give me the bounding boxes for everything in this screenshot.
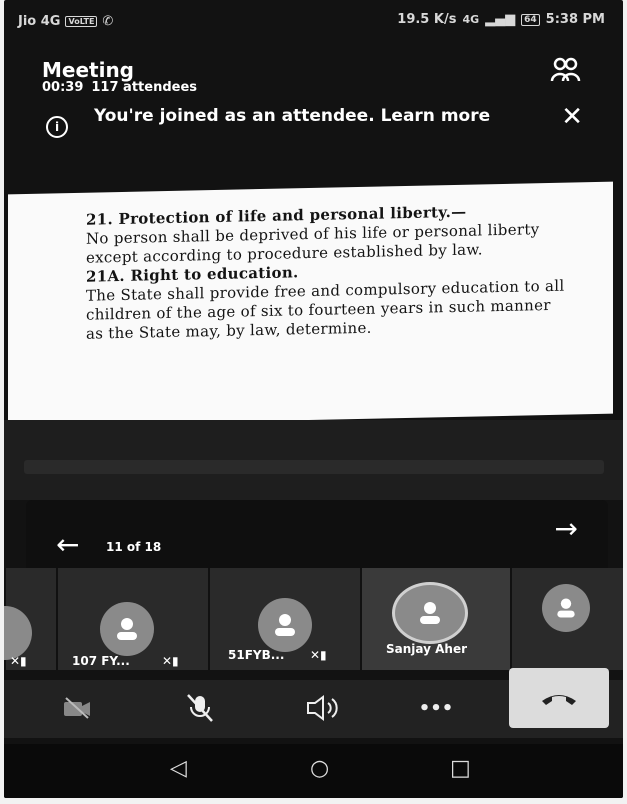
carrier-label: Jio 4G <box>18 14 61 29</box>
attendee-banner: i You're joined as an attendee. Learn mo… <box>4 98 623 142</box>
meeting-subtitle: 00:39 117 attendees <box>42 80 197 95</box>
participant-tile-active[interactable]: Sanjay Aher <box>360 568 510 670</box>
battery-icon: 64 <box>521 13 540 26</box>
clock: 5:38 PM <box>545 12 605 27</box>
article-21a-body: The State shall provide free and compuls… <box>86 276 565 343</box>
signal-icon: 4G <box>462 13 480 26</box>
banner-text[interactable]: You're joined as an attendee. Learn more <box>94 106 490 126</box>
page-indicator: 11 of 18 <box>106 540 162 554</box>
meeting-title: Meeting <box>42 58 135 82</box>
call-icon: ✆ <box>102 14 114 29</box>
network-speed: 19.5 K/s <box>397 12 457 27</box>
participants-icon[interactable] <box>549 54 581 86</box>
next-page-button[interactable]: → <box>555 512 578 545</box>
mic-off-button[interactable] <box>180 690 220 726</box>
shared-screen: 21. Protection of life and personal libe… <box>8 181 613 427</box>
mic-muted-icon: ✕▮ <box>10 654 27 668</box>
status-bar: Jio 4G VoLTE ✆ 19.5 K/s 4G ▂▄▆ 64 5:38 P… <box>4 0 623 36</box>
avatar <box>392 582 468 644</box>
mic-muted-icon: ✕▮ <box>310 648 327 662</box>
participant-tile[interactable]: ✕▮ <box>4 568 56 670</box>
participant-tile[interactable] <box>510 568 623 670</box>
participant-name: 107 FY... <box>72 654 130 668</box>
meeting-timer: 00:39 <box>42 80 84 95</box>
call-toolbar: ••• <box>4 668 623 738</box>
hang-up-button[interactable] <box>509 668 609 728</box>
home-button[interactable]: ○ <box>310 756 329 781</box>
participant-tile[interactable]: 107 FY... ✕▮ <box>56 568 208 670</box>
document-text: 21. Protection of life and personal libe… <box>86 201 572 344</box>
phone-screen: Jio 4G VoLTE ✆ 19.5 K/s 4G ▂▄▆ 64 5:38 P… <box>4 0 623 798</box>
more-options-button[interactable]: ••• <box>416 690 456 726</box>
participant-name: Sanjay Aher <box>386 642 468 656</box>
speaker-button[interactable] <box>302 690 342 726</box>
status-right: 19.5 K/s 4G ▂▄▆ 64 5:38 PM <box>397 12 605 27</box>
attendee-count: 117 attendees <box>91 80 198 95</box>
avatar <box>542 584 590 632</box>
back-button[interactable]: ◁ <box>170 756 187 781</box>
avatar <box>4 606 32 660</box>
participant-tile[interactable]: 51FYB... ✕▮ <box>208 568 360 670</box>
participant-name: 51FYB... <box>228 648 285 662</box>
recent-apps-button[interactable]: □ <box>450 756 471 781</box>
status-left: Jio 4G VoLTE ✆ <box>18 14 113 29</box>
prev-page-button[interactable]: ← <box>56 528 79 561</box>
info-icon: i <box>46 116 68 138</box>
avatar <box>100 602 154 656</box>
volte-badge: VoLTE <box>65 16 98 27</box>
signal-bars-icon: ▂▄▆ <box>485 12 516 27</box>
participant-tiles: ✕▮ 107 FY... ✕▮ 51FYB... ✕▮ Sanjay Aher <box>4 568 623 670</box>
close-icon[interactable]: ✕ <box>561 102 583 132</box>
avatar <box>258 598 312 652</box>
system-nav-bar: ◁ ○ □ <box>4 744 623 798</box>
blurred-strip <box>24 460 604 474</box>
blurred-area <box>4 420 623 500</box>
meeting-header: Meeting 00:39 117 attendees <box>42 58 197 95</box>
mic-muted-icon: ✕▮ <box>162 654 179 668</box>
camera-off-button[interactable] <box>58 690 98 726</box>
